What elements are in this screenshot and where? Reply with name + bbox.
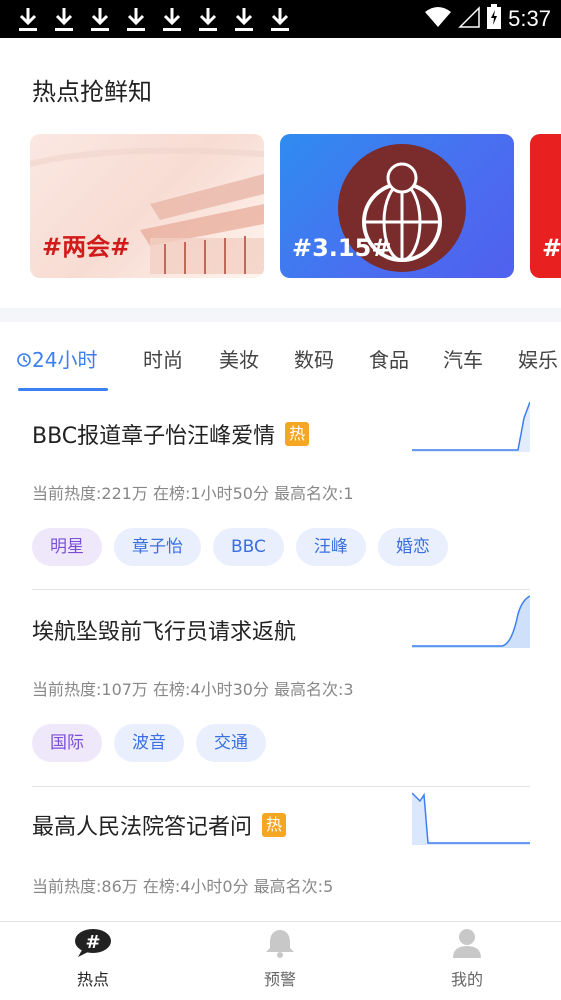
hot-cards-carousel[interactable]: #两会# #3.15# # [30,134,561,280]
item-title: 埃航坠毁前飞行员请求返航 [32,620,297,645]
tab-food[interactable]: 食品 [369,344,409,373]
download-icon [88,4,112,34]
tab-auto[interactable]: 汽车 [443,344,483,373]
hot-card-lianghui[interactable]: #两会# [30,134,264,278]
notification-icons [0,4,292,34]
battery-icon [486,4,502,34]
trend-sparkline [412,792,530,845]
download-icon [160,4,184,34]
trend-sparkline [412,401,530,452]
nav-label: 预警 [263,970,296,989]
tag-chip[interactable]: 波音 [114,724,184,762]
download-icon [124,4,148,34]
tab-label: 24小时 [32,348,98,372]
tag-chip[interactable]: 章子怡 [114,528,201,566]
tag-chip[interactable]: 汪峰 [295,528,366,566]
tab-fashion[interactable]: 时尚 [143,344,183,373]
tab-24h[interactable]: 24小时 [16,344,97,373]
tag-chip[interactable]: 交通 [196,724,266,762]
section-gap [0,308,561,322]
tag-chip[interactable]: 明星 [32,528,102,566]
bell-icon [264,930,296,962]
category-tabs: 24小时 时尚 美妆 数码 食品 汽车 娱乐 [0,322,561,394]
item-title: 最高人民法院答记者问 [32,815,253,840]
download-icon [232,4,256,34]
tab-beauty[interactable]: 美妆 [219,344,259,373]
nav-label: 我的 [450,970,483,989]
download-icon [52,4,76,34]
hot-badge: 热 [285,422,310,446]
tab-digital[interactable]: 数码 [294,344,334,373]
item-meta: 当前热度:107万 在榜:4小时30分 最高名次:3 [32,680,354,699]
tag-chip[interactable]: 国际 [32,724,102,762]
hot-list-item[interactable]: 埃航坠毁前飞行员请求返航 当前热度:107万 在榜:4小时30分 最高名次:3 … [0,590,561,786]
hot-section-title: 热点抢鲜知 [32,78,152,106]
hot-card-315[interactable]: #3.15# [280,134,514,278]
signal-icon [458,6,480,32]
svg-text:#: # [85,932,100,953]
active-tab-indicator [18,388,108,391]
hot-list-item[interactable]: 最高人民法院答记者问 热 当前热度:86万 在榜:4小时0分 最高名次:5 [0,787,561,921]
trend-sparkline [412,595,530,648]
download-icon [16,4,40,34]
download-icon [268,4,292,34]
hot-section: 热点抢鲜知 #两会# #3.15# # [0,38,561,308]
download-icon [196,4,220,34]
wifi-icon [424,6,452,32]
card-label: #3.15# [292,234,392,262]
status-bar: 5:37 [0,0,561,38]
tab-entertainment[interactable]: 娱乐 [518,344,558,373]
clock: 5:37 [508,6,551,31]
item-meta: 当前热度:86万 在榜:4小时0分 最高名次:5 [32,877,334,896]
nav-label: 热点 [76,970,109,989]
nav-hot[interactable]: # 热点 [33,928,153,990]
hot-list-item[interactable]: BBC报道章子怡汪峰爱情 热 当前热度:221万 在榜:1小时50分 最高名次:… [0,394,561,590]
tag-chip[interactable]: BBC [213,528,284,566]
nav-mine[interactable]: 我的 [407,928,527,990]
item-title: BBC报道章子怡汪峰爱情 [32,424,276,449]
item-meta: 当前热度:221万 在榜:1小时50分 最高名次:1 [32,484,354,503]
hot-badge: 热 [262,813,287,837]
card-label: #两会# [42,233,131,261]
hashtag-chat-icon: # [74,929,112,962]
person-icon [451,929,483,962]
card-label: # [542,234,561,262]
history-icon [16,348,32,372]
tag-chip[interactable]: 婚恋 [377,528,448,566]
bottom-nav: # 热点 预警 我的 [0,921,561,1000]
hot-card-partial[interactable]: # [530,134,561,278]
nav-alert[interactable]: 预警 [220,928,340,990]
